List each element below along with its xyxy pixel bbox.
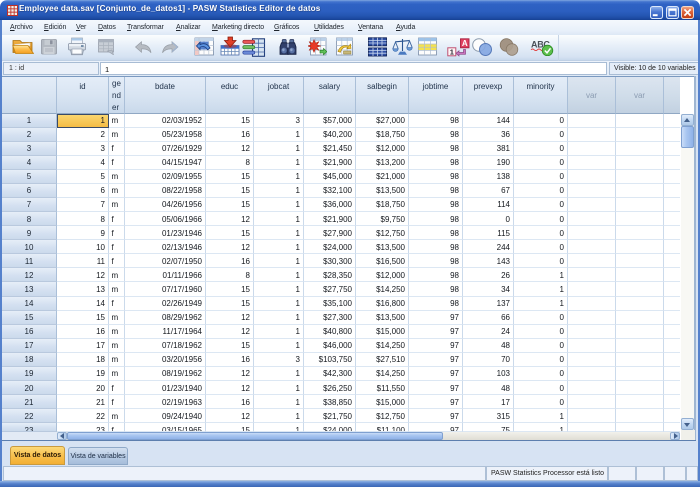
svg-text:A: A xyxy=(462,39,468,48)
svg-text:1: 1 xyxy=(450,48,454,57)
